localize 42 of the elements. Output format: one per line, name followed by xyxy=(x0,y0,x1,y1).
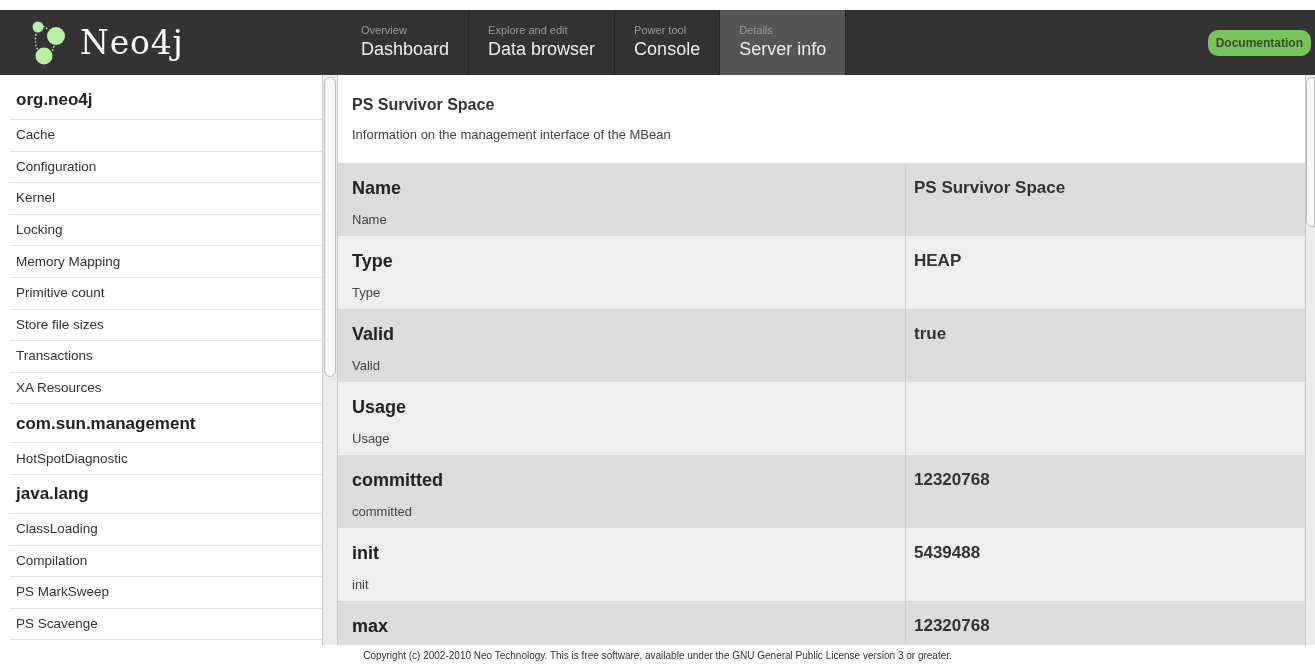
copyright-text: Copyright (c) 2002-2010 Neo Technology. This is free software, available under the GNU General Public License version 3 or greater. xyxy=(363,649,952,663)
attribute-description: Name xyxy=(352,210,388,229)
sidebar-item[interactable]: Memory Mapping xyxy=(10,246,322,278)
sidebar-item[interactable]: Kernel xyxy=(10,183,322,215)
sidebar-item[interactable]: Compilation xyxy=(10,545,322,578)
attribute-description: committed xyxy=(352,502,413,521)
sidebar-item[interactable]: PS MarkSweep xyxy=(10,577,322,609)
attribute-name: max xyxy=(352,614,390,638)
attribute-value: PS Survivor Space xyxy=(914,176,1067,199)
mbean-description: Information on the management interface of the MBean xyxy=(352,126,672,144)
attribute-name: init xyxy=(352,541,380,565)
sidebar-item[interactable]: HotSpotDiagnostic xyxy=(10,443,322,475)
attribute-name: committed xyxy=(352,468,444,492)
attribute-value: 12320768 xyxy=(914,468,991,491)
sidebar-item[interactable]: Store file sizes xyxy=(10,309,322,342)
attribute-value: HEAP xyxy=(914,249,963,272)
attribute-name: Type xyxy=(352,249,394,273)
sidebar-item[interactable]: XA Resources xyxy=(10,372,322,405)
scrollbar[interactable] xyxy=(322,75,338,645)
sidebar-item[interactable]: Transactions xyxy=(10,341,322,373)
sidebar-item[interactable]: ClassLoading xyxy=(10,513,322,546)
app-logo-text: Neo4j xyxy=(80,21,184,64)
sidebar-item[interactable]: Configuration xyxy=(10,151,322,184)
sidebar-item[interactable]: Locking xyxy=(10,214,322,247)
attribute-description: Type xyxy=(352,283,382,302)
graph-logo-icon xyxy=(32,19,68,66)
attribute-name: Usage xyxy=(352,395,408,419)
attribute-description: Usage xyxy=(352,429,391,448)
attribute-value: 12320768 xyxy=(914,614,991,637)
attribute-name: Valid xyxy=(352,322,396,346)
documentation-button[interactable]: Documentation xyxy=(1207,29,1311,56)
nav-tab[interactable]: Details Server info xyxy=(720,10,847,75)
sidebar-item[interactable]: PS Scavenge xyxy=(10,608,322,641)
attribute-value: true xyxy=(914,322,948,345)
attribute-value: 5439488 xyxy=(914,541,982,564)
mbean-title: PS Survivor Space xyxy=(352,95,496,115)
sidebar-item[interactable]: Primitive count xyxy=(10,277,322,310)
attribute-name: Name xyxy=(352,176,403,200)
sidebar-item[interactable]: Cache xyxy=(10,120,322,152)
attribute-description: init xyxy=(352,575,370,594)
scrollbar[interactable] xyxy=(1305,75,1315,645)
attribute-description: Valid xyxy=(352,356,381,375)
